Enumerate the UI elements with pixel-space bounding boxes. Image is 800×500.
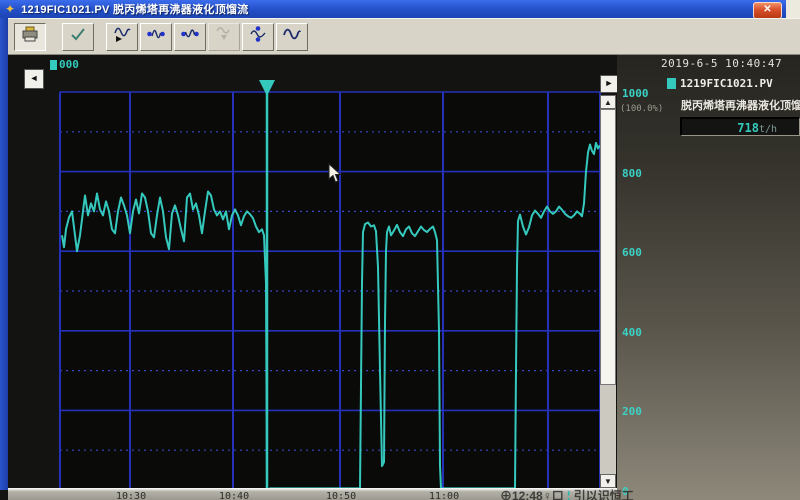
pen-description: 脱丙烯塔再沸器液化顶馏流 xyxy=(681,97,800,113)
x-axis-tick-label: 10:30 xyxy=(116,491,146,500)
current-value-box: 718t/h xyxy=(680,117,800,136)
pan-down-icon xyxy=(215,26,233,47)
x-axis-tick-label: 10:50 xyxy=(326,491,356,500)
scrollbar-thumb[interactable] xyxy=(600,109,616,385)
watermark-partial: 引以识恒工 xyxy=(574,489,634,500)
confirm-button[interactable] xyxy=(62,23,94,51)
check-icon xyxy=(69,26,87,47)
x-axis-tick-label: 10:40 xyxy=(219,491,249,500)
zoom-x-in-button[interactable] xyxy=(140,23,172,51)
vertical-scrollbar[interactable]: ▲ ▼ xyxy=(600,95,616,488)
trend-play-icon xyxy=(113,26,131,47)
trend-plot-svg xyxy=(60,92,600,490)
pen-row[interactable]: 1219FIC1021.PV xyxy=(667,77,773,90)
close-button[interactable]: ✕ xyxy=(753,2,782,19)
pan-down-button xyxy=(208,23,240,51)
window-left-border xyxy=(0,18,8,490)
print-button[interactable] xyxy=(14,23,46,51)
value-unit: t/h xyxy=(759,124,777,135)
window-title: 1219FIC1021.PV 脱丙烯塔再沸器液化顶馏流 xyxy=(21,1,249,17)
y-axis-tick-label: 1000 xyxy=(622,87,649,100)
y-axis-tick-label: 400 xyxy=(622,326,642,339)
trend-window: ✦ 1219FIC1021.PV 脱丙烯塔再沸器液化顶馏流 ✕ 000 ◄ ► … xyxy=(0,0,800,500)
time-cursor-handle[interactable] xyxy=(259,80,275,96)
badge-text: 000 xyxy=(59,58,79,71)
zoom-y-icon xyxy=(249,26,267,47)
y-axis-tick-label: 200 xyxy=(622,405,642,418)
printer-icon xyxy=(21,26,39,47)
zoom-y-button[interactable] xyxy=(242,23,274,51)
title-bar: ✦ 1219FIC1021.PV 脱丙烯塔再沸器液化顶馏流 xyxy=(0,0,800,18)
toolbar xyxy=(0,18,800,55)
legend-panel: 2019-6-5 10:40:47 1219FIC1021.PV 脱丙烯塔再沸器… xyxy=(617,55,800,500)
trend-play-button[interactable] xyxy=(106,23,138,51)
scroll-up-button[interactable]: ▲ xyxy=(600,95,616,109)
zoom-x-in-icon xyxy=(147,26,165,47)
trend-line xyxy=(62,143,600,490)
wave-button[interactable] xyxy=(276,23,308,51)
trend-plot[interactable] xyxy=(60,92,600,490)
chart-region: 000 ◄ ► ▲ ▼ 10:30 10:40 10:50 11:00 xyxy=(8,55,617,500)
scroll-down-button[interactable]: ▼ xyxy=(600,474,616,488)
app-icon: ✦ xyxy=(5,3,15,15)
y-axis-percent-label: (100.0%) xyxy=(620,104,663,114)
zoom-x-out-button[interactable] xyxy=(174,23,206,51)
watermark-time: ⊕12:48♀口 xyxy=(500,489,564,500)
y-axis-tick-label: 600 xyxy=(622,246,642,259)
y-axis-tick-label: 800 xyxy=(622,167,642,180)
zoom-x-out-icon xyxy=(181,26,199,47)
mouse-pointer-icon xyxy=(328,163,342,184)
corner-badge: 000 xyxy=(50,58,79,71)
cursor-timestamp: 2019-6-5 10:40:47 xyxy=(661,57,782,70)
wave-icon xyxy=(283,26,301,47)
pen-tag: 1219FIC1021.PV xyxy=(680,77,773,90)
watermark-fragment: ⊕12:48♀口 ¦ 引以识恒工 xyxy=(500,487,634,500)
current-value: 718 xyxy=(737,121,759,135)
badge-marker-icon xyxy=(50,60,57,70)
pen-color-swatch-icon xyxy=(667,78,676,89)
pan-right-button[interactable]: ► xyxy=(600,75,618,93)
x-axis-tick-label: 11:00 xyxy=(429,491,459,500)
pan-left-button[interactable]: ◄ xyxy=(24,69,44,89)
